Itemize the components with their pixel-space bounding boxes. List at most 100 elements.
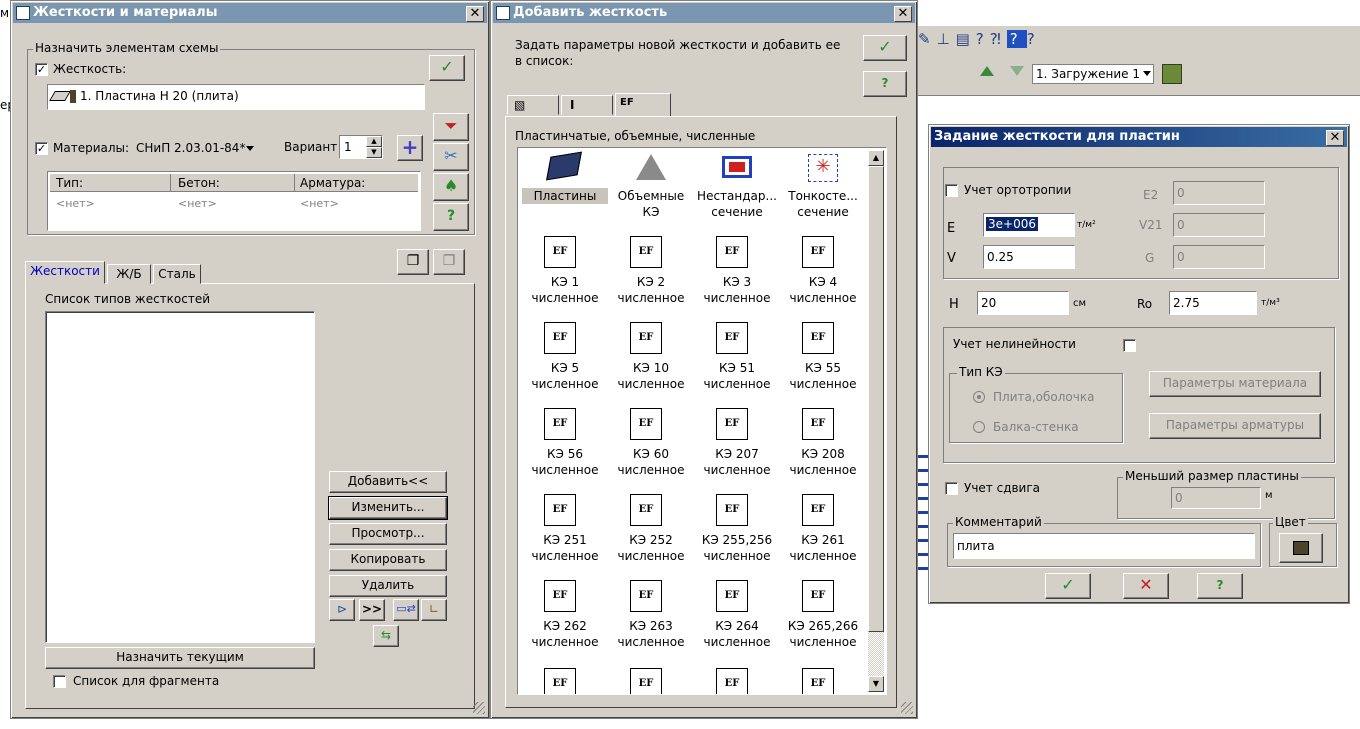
ke-item[interactable]: EF КЭ 208 численное [780,406,866,486]
tab-steel[interactable]: Сталь [153,264,201,284]
variant-spinner[interactable]: 1 ▲ ▼ [339,135,383,159]
assign-current-button[interactable]: Назначить текущим [45,647,315,669]
delete-button[interactable]: Удалить [329,575,447,597]
E-input[interactable]: 3e+006 [983,213,1075,237]
refresh-button[interactable]: ⇆ [373,625,399,647]
apply-button[interactable]: ✓ [863,35,907,61]
min-size-input: 0 [1171,487,1261,509]
settings-icon[interactable] [1162,64,1182,84]
materials-checkbox[interactable]: ✓ [35,142,48,155]
ke-item[interactable]: EF КЭ 55 численное [780,320,866,400]
ke-item[interactable]: EF КЭ 3 численное [694,234,780,314]
spin-up-button[interactable]: ▲ [366,136,382,147]
scroll-down-button[interactable]: ▼ [868,676,884,692]
tab-stiffness[interactable]: Жесткости [25,261,105,284]
help-button[interactable]: ? [433,203,469,231]
copy-button[interactable]: Копировать [329,549,447,571]
ke-item[interactable]: EF КЭ 261 численное [780,492,866,572]
table-header-rebar[interactable]: Арматура: [300,176,365,190]
table-header-type[interactable]: Тип: [56,176,83,190]
ke-item[interactable]: EF КЭ 264 численное [694,578,780,658]
stiffness-list-label: Список типов жесткостей [45,292,211,306]
ke-item[interactable]: EF КЭ 252 численное [608,492,694,572]
ke-type-label: Тип КЭ [957,365,1005,379]
comment-input[interactable]: плита [953,533,1255,559]
stiffness-list[interactable] [45,311,315,643]
arrow-down-icon[interactable] [1010,66,1024,76]
ke-item[interactable]: EF КЭ 1 численное [522,234,608,314]
scroll-up-button[interactable]: ▲ [868,150,884,166]
close-button[interactable]: ✕ [894,6,912,22]
apply-stiffness-button[interactable]: ✓ [429,55,465,81]
forward-button[interactable]: >> [359,599,385,621]
spacing-button[interactable]: ▭⇄ [393,599,419,621]
ke-item[interactable]: EF КЭ 265,266 численное [780,578,866,658]
scrollbar[interactable]: ▲ ▼ [868,150,884,692]
close-button[interactable]: ✕ [466,6,484,22]
resize-grip-icon[interactable] [473,702,485,714]
help-button[interactable]: ? [863,71,907,97]
dropdown-arrow-icon[interactable] [246,146,254,151]
stiffness-field[interactable]: 1. Пластина Н 20 (плита) [47,84,425,110]
scissors-button[interactable]: ✂ [433,143,469,171]
stiffness-checkbox[interactable]: ✓ [35,63,48,76]
materials-table[interactable]: Тип: Бетон: Арматура: <нет> <нет> <нет> [47,171,421,231]
title-bar[interactable]: Задание жесткости для пластин ✕ [931,127,1347,147]
tab-numeric[interactable]: EF [615,93,671,117]
load-case-select[interactable]: 1. Загружение 1 [1032,64,1154,84]
filter-button[interactable]: ⏷ [433,113,469,141]
stiffness-type-gallery[interactable]: Пластины Объемные КЭ Нестандар... сечени… [517,147,887,695]
ok-button[interactable]: ✓ [1045,573,1091,599]
tab-profiles[interactable]: I [561,95,613,115]
paste-doc-button[interactable]: ❐ [433,249,465,275]
select-filter-button[interactable]: ⊳ [329,599,355,621]
arrow-up-icon[interactable] [980,66,994,76]
thin-wall-section-item[interactable]: ✳ Тонкосте... сечение [780,150,866,222]
plates-item[interactable]: Пластины [522,150,608,222]
ke-item[interactable]: EF КЭ 10 численное [608,320,694,400]
ke-item[interactable]: EF КЭ 262 численное [522,578,608,658]
table-header-concrete[interactable]: Бетон: [178,176,220,190]
nonstandard-section-item[interactable]: Нестандар... сечение [694,150,780,222]
nonlinearity-checkbox[interactable] [1123,339,1136,352]
title-bar[interactable]: Добавить жесткость ✕ [493,3,915,23]
add-button[interactable]: Добавить<< [329,471,447,493]
shear-checkbox[interactable] [945,482,958,495]
ke-item[interactable]: EF КЭ 255,256 численное [694,492,780,572]
volume-fe-item[interactable]: Объемные КЭ [608,150,694,222]
bg-toolbar-icons[interactable]: ✎⊥▤?⁈?? [918,30,1088,54]
input-value: 20 [981,296,997,310]
copy-doc-button[interactable]: ❐ [397,249,429,275]
tab-rc[interactable]: Ж/Б [107,264,151,284]
ke-item[interactable]: EF КЭ 263 численное [608,578,694,658]
ke-item[interactable]: EF КЭ 60 численное [608,406,694,486]
title-bar[interactable]: Жесткости и материалы ✕ [13,3,487,23]
ke-item[interactable]: EF КЭ 56 численное [522,406,608,486]
brush-button[interactable]: ♠ [433,173,469,201]
Ro-input[interactable]: 2.75 [1169,291,1257,315]
cancel-button[interactable]: ✕ [1123,573,1169,599]
orthotropy-checkbox[interactable] [945,184,958,197]
tab-sections[interactable]: ▧ [507,95,559,115]
fragment-checkbox[interactable] [53,675,66,688]
scroll-thumb[interactable] [868,166,884,632]
close-button[interactable]: ✕ [1326,130,1344,146]
V-input[interactable]: 0.25 [983,245,1075,269]
view-button[interactable]: Просмотр... [329,523,447,545]
button-label: >> [361,602,383,616]
add-material-button[interactable]: + [397,135,423,161]
ke-item[interactable]: EF КЭ 51 численное [694,320,780,400]
ke-item[interactable]: EF КЭ 207 численное [694,406,780,486]
edit-button[interactable]: Изменить... [328,496,448,520]
spin-down-button[interactable]: ▼ [366,147,382,158]
ke-item[interactable]: EF КЭ 5 численное [522,320,608,400]
H-input[interactable]: 20 [977,291,1069,315]
ke-item[interactable]: EF КЭ 2 численное [608,234,694,314]
materials-standard-dropdown[interactable]: СНиП 2.03.01-84* [136,141,245,155]
ke-item[interactable]: EF КЭ 4 численное [780,234,866,314]
resize-grip-icon[interactable] [901,702,913,714]
axis-button[interactable]: ∟ [421,599,447,621]
ke-item[interactable]: EF КЭ 251 численное [522,492,608,572]
color-picker-button[interactable] [1279,533,1323,563]
help-button[interactable]: ? [1197,573,1243,599]
